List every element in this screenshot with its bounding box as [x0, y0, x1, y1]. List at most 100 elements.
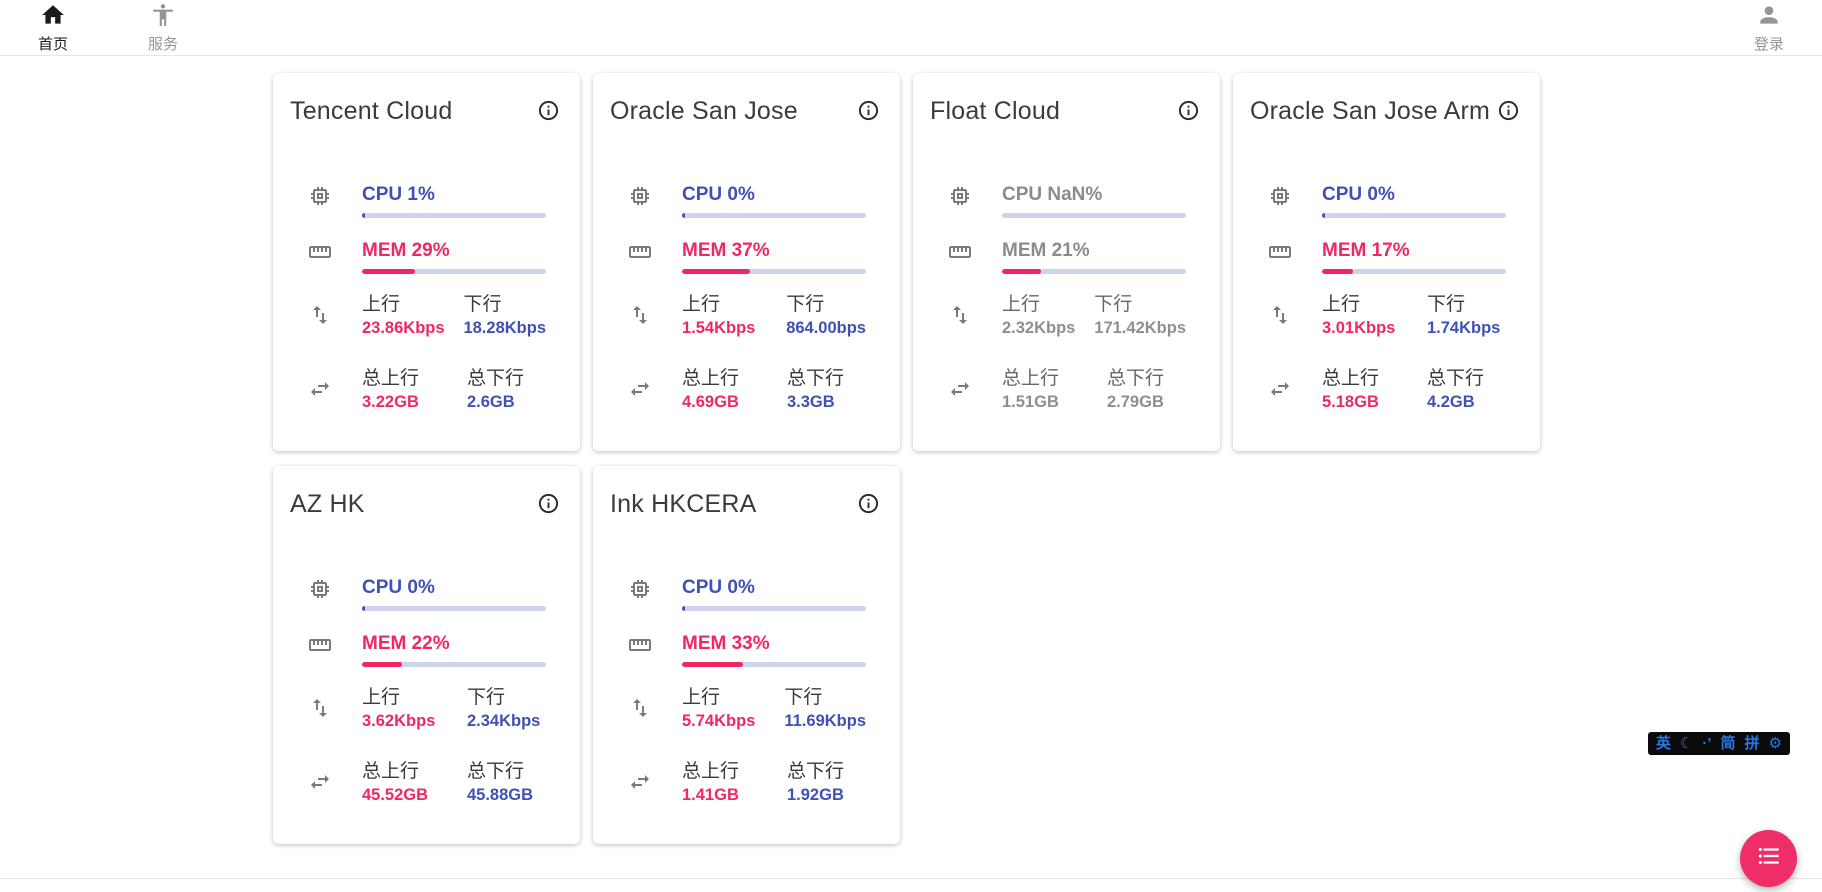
download-speed-value: 171.42Kbps: [1094, 316, 1186, 341]
upload-label: 上行: [1002, 294, 1094, 316]
swap-vertical-icon: [1268, 303, 1292, 332]
cpu-chip-icon: [628, 184, 652, 218]
ime-pinyin-toggle[interactable]: 拼: [1745, 732, 1760, 755]
swap-horizontal-icon: [1268, 377, 1292, 406]
download-speed-value: 11.69Kbps: [784, 709, 866, 734]
total-download-value: 45.88GB: [467, 783, 533, 808]
memory-ruler-icon: [308, 240, 332, 274]
mem-usage-label: MEM 37%: [682, 240, 866, 262]
server-card-title: Tencent Cloud: [290, 97, 452, 126]
person-icon: [1756, 2, 1782, 32]
swap-horizontal-icon: [948, 377, 972, 406]
download-label: 下行: [784, 687, 866, 709]
info-icon[interactable]: [537, 492, 560, 515]
download-label: 下行: [467, 687, 540, 709]
info-icon[interactable]: [857, 492, 880, 515]
total-upload-value: 1.41GB: [682, 783, 787, 808]
server-card-title: AZ HK: [290, 490, 365, 519]
server-card-3: Oracle San Jose Arm CPU 0% MEM: [1233, 73, 1540, 451]
cpu-chip-icon: [948, 184, 972, 218]
upload-speed-value: 2.32Kbps: [1002, 316, 1094, 341]
info-icon[interactable]: [537, 99, 560, 122]
download-speed-value: 1.74Kbps: [1427, 316, 1500, 341]
total-download-value: 4.2GB: [1427, 390, 1484, 415]
total-download-label: 总下行: [1107, 368, 1164, 390]
info-icon[interactable]: [1497, 99, 1520, 122]
gear-icon[interactable]: ⚙: [1769, 732, 1782, 755]
info-icon[interactable]: [857, 99, 880, 122]
cpu-progress-bar: [362, 606, 546, 611]
moon-icon[interactable]: ☾: [1680, 732, 1693, 755]
mem-usage-label: MEM 33%: [682, 633, 866, 655]
nav-item-home[interactable]: 首页: [30, 0, 76, 58]
server-card-grid: Tencent Cloud CPU 1% MEM 29%: [273, 73, 1543, 844]
server-card-2: Float Cloud CPU NaN% MEM 21%: [913, 73, 1220, 451]
cpu-progress-bar: [1002, 213, 1186, 218]
mem-progress-bar: [682, 662, 866, 667]
total-upload-value: 5.18GB: [1322, 390, 1427, 415]
server-card-1: Oracle San Jose CPU 0% MEM 37%: [593, 73, 900, 451]
cpu-usage-label: CPU 0%: [682, 184, 866, 206]
mem-usage-label: MEM 21%: [1002, 240, 1186, 262]
total-upload-value: 4.69GB: [682, 390, 787, 415]
total-upload-label: 总上行: [362, 368, 467, 390]
cpu-progress-bar: [1322, 213, 1506, 218]
swap-horizontal-icon: [308, 377, 332, 406]
server-card-4: AZ HK CPU 0% MEM 22%: [273, 466, 580, 844]
total-download-value: 3.3GB: [787, 390, 844, 415]
cpu-usage-label: CPU 0%: [362, 577, 546, 599]
memory-ruler-icon: [628, 240, 652, 274]
upload-label: 上行: [682, 294, 786, 316]
ime-simplified-toggle[interactable]: 简: [1721, 732, 1736, 755]
server-card-title: Float Cloud: [930, 97, 1060, 126]
total-upload-value: 3.22GB: [362, 390, 467, 415]
cpu-usage-label: CPU NaN%: [1002, 184, 1186, 206]
nav-item-services[interactable]: 服务: [140, 0, 186, 58]
total-download-value: 2.79GB: [1107, 390, 1164, 415]
swap-horizontal-icon: [308, 770, 332, 799]
cpu-usage-label: CPU 0%: [682, 577, 866, 599]
cpu-progress-bar: [682, 606, 866, 611]
swap-vertical-icon: [948, 303, 972, 332]
upload-speed-value: 5.74Kbps: [682, 709, 784, 734]
cpu-chip-icon: [308, 184, 332, 218]
ime-language-toggle[interactable]: 英: [1656, 732, 1671, 755]
info-icon[interactable]: [1177, 99, 1200, 122]
swap-vertical-icon: [628, 303, 652, 332]
total-upload-label: 总上行: [682, 761, 787, 783]
upload-label: 上行: [1322, 294, 1427, 316]
download-speed-value: 18.28Kbps: [463, 316, 546, 341]
nav-login-label: 登录: [1754, 33, 1784, 54]
memory-ruler-icon: [628, 633, 652, 667]
total-upload-label: 总上行: [682, 368, 787, 390]
mem-progress-bar: [682, 269, 866, 274]
list-icon: [1756, 843, 1782, 874]
server-card-title: Oracle San Jose Arm: [1250, 97, 1490, 126]
total-upload-label: 总上行: [1002, 368, 1107, 390]
total-download-label: 总下行: [467, 368, 524, 390]
cpu-usage-label: CPU 1%: [362, 184, 546, 206]
swap-vertical-icon: [628, 696, 652, 725]
cpu-chip-icon: [628, 577, 652, 611]
memory-ruler-icon: [308, 633, 332, 667]
mem-progress-bar: [362, 269, 546, 274]
upload-speed-value: 3.62Kbps: [362, 709, 467, 734]
download-label: 下行: [786, 294, 866, 316]
ime-punctuation-toggle[interactable]: ·’: [1702, 732, 1711, 755]
total-upload-label: 总上行: [362, 761, 467, 783]
ime-toolbar: 英 ☾ ·’ 简 拼 ⚙: [1648, 732, 1790, 755]
upload-label: 上行: [682, 687, 784, 709]
total-upload-value: 45.52GB: [362, 783, 467, 808]
total-upload-value: 1.51GB: [1002, 390, 1107, 415]
download-label: 下行: [1094, 294, 1186, 316]
top-navbar: 首页 服务 登录: [0, 0, 1822, 56]
server-list-fab[interactable]: [1740, 830, 1797, 887]
mem-progress-bar: [362, 662, 546, 667]
upload-label: 上行: [362, 294, 463, 316]
nav-item-login[interactable]: 登录: [1746, 0, 1792, 58]
upload-label: 上行: [362, 687, 467, 709]
nav-home-label: 首页: [38, 33, 68, 54]
swap-vertical-icon: [308, 303, 332, 332]
download-label: 下行: [463, 294, 546, 316]
accessibility-icon: [150, 2, 176, 32]
